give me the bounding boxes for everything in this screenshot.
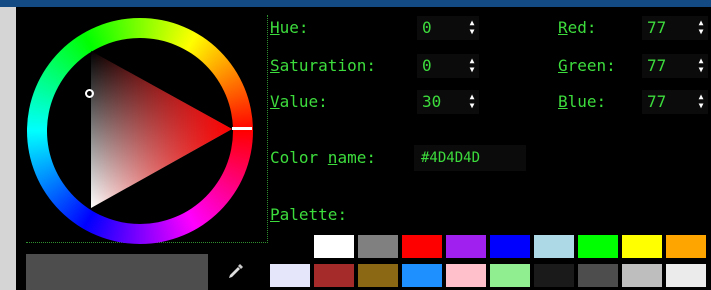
palette-swatch[interactable] xyxy=(534,264,574,287)
color-chooser-window: Hue: 0 ▲ ▼ Saturation: 0 ▲ ▼ Value: 30 ▲ ▼ Red… xyxy=(0,0,711,290)
hue-spinbutton[interactable]: 0 ▲ ▼ xyxy=(417,16,479,40)
blue-spinbutton[interactable]: 77 ▲ ▼ xyxy=(642,90,708,114)
color-name-label: Color name: xyxy=(270,148,376,167)
palette-swatch[interactable] xyxy=(446,264,486,287)
green-value: 77 xyxy=(647,56,667,75)
saturation-value-triangle[interactable] xyxy=(27,18,253,244)
palette-swatch[interactable] xyxy=(666,264,706,287)
spinner-arrows-icon[interactable]: ▲ ▼ xyxy=(468,92,476,112)
palette-swatch[interactable] xyxy=(402,264,442,287)
palette-swatch[interactable] xyxy=(314,264,354,287)
palette-swatch[interactable] xyxy=(358,264,398,287)
green-label: Green: xyxy=(558,56,616,75)
blue-label: Blue: xyxy=(558,92,607,111)
red-value: 77 xyxy=(647,18,667,37)
red-spinbutton[interactable]: 77 ▲ ▼ xyxy=(642,16,708,40)
palette-swatch[interactable] xyxy=(490,264,530,287)
value-label: Value: xyxy=(270,92,328,111)
hue-label: Hue: xyxy=(270,18,309,37)
hue-marker[interactable] xyxy=(232,127,252,130)
red-label: Red: xyxy=(558,18,597,37)
blue-value: 77 xyxy=(647,92,667,111)
palette-swatch[interactable] xyxy=(578,264,618,287)
window-edge xyxy=(0,7,16,290)
green-spinbutton[interactable]: 77 ▲ ▼ xyxy=(642,54,708,78)
saturation-value: 0 xyxy=(422,56,432,75)
palette-swatch[interactable] xyxy=(358,235,398,258)
palette-swatch[interactable] xyxy=(446,235,486,258)
palette-swatch[interactable] xyxy=(402,235,442,258)
eyedropper-button[interactable] xyxy=(221,256,251,286)
palette-label: Palette: xyxy=(270,205,348,224)
title-band xyxy=(0,0,711,7)
saturation-label: Saturation: xyxy=(270,56,376,75)
palette-swatch[interactable] xyxy=(270,264,310,287)
color-name-input[interactable]: #4D4D4D xyxy=(414,145,526,171)
palette-swatch[interactable] xyxy=(578,235,618,258)
palette-swatch[interactable] xyxy=(270,235,310,258)
current-color-preview xyxy=(26,254,208,290)
saturation-spinbutton[interactable]: 0 ▲ ▼ xyxy=(417,54,479,78)
palette-swatch[interactable] xyxy=(314,235,354,258)
spinner-arrows-icon[interactable]: ▲ ▼ xyxy=(468,56,476,76)
palette-swatch[interactable] xyxy=(490,235,530,258)
saturation-value-marker[interactable] xyxy=(85,89,94,98)
palette-swatch[interactable] xyxy=(622,235,662,258)
hue-value: 0 xyxy=(422,18,432,37)
palette-swatch[interactable] xyxy=(622,264,662,287)
spinner-arrows-icon[interactable]: ▲ ▼ xyxy=(697,92,705,112)
palette-swatch[interactable] xyxy=(534,235,574,258)
spinner-arrows-icon[interactable]: ▲ ▼ xyxy=(468,18,476,38)
spinner-arrows-icon[interactable]: ▲ ▼ xyxy=(697,18,705,38)
value-spinbutton[interactable]: 30 ▲ ▼ xyxy=(417,90,479,114)
palette-swatch[interactable] xyxy=(666,235,706,258)
value-value: 30 xyxy=(422,92,442,111)
spinner-arrows-icon[interactable]: ▲ ▼ xyxy=(697,56,705,76)
eyedropper-icon xyxy=(229,264,243,278)
